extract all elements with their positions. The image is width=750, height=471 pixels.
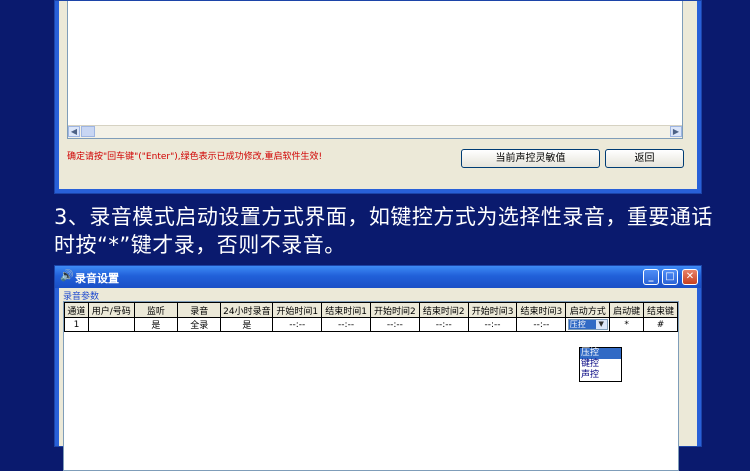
- col-header[interactable]: 开始时间3: [467, 302, 518, 318]
- description-text: 3、录音模式启动设置方式界面，如键控方式为选择性录音，重要通话时按“*”键才录，…: [54, 205, 713, 257]
- cell-record[interactable]: 全录: [177, 317, 222, 332]
- col-header[interactable]: 24小时录音: [220, 302, 274, 318]
- dropdown-option[interactable]: 压控: [580, 348, 621, 359]
- col-header[interactable]: 结束时间3: [516, 302, 567, 318]
- col-header[interactable]: 结束键: [643, 302, 678, 318]
- col-header[interactable]: 录音: [177, 302, 222, 318]
- title-bar[interactable]: 🔊 录音设置 _ □ ✕: [55, 266, 701, 288]
- start-mode-combo[interactable]: 压控 ▼: [567, 319, 608, 330]
- cell-start-key[interactable]: *: [609, 317, 645, 332]
- col-header[interactable]: 监听: [133, 302, 179, 318]
- hint-text: 确定请按"回车键"("Enter"),绿色表示已成功修改,重启软件生效!: [67, 152, 323, 162]
- chevron-down-icon[interactable]: ▼: [595, 320, 607, 329]
- list-area[interactable]: ◀ ▶: [67, 1, 683, 139]
- cell-end3[interactable]: --:--: [516, 317, 567, 332]
- recording-settings-window: 🔊 录音设置 _ □ ✕ 录音参数 通道 用户/号码 监听 录音 24小时录音 …: [54, 265, 702, 471]
- cell-end2[interactable]: --:--: [418, 317, 469, 332]
- col-header[interactable]: 启动方式: [565, 302, 611, 318]
- start-mode-value: 压控: [568, 320, 596, 329]
- col-header[interactable]: 结束时间2: [418, 302, 469, 318]
- col-header[interactable]: 用户/号码: [87, 302, 135, 318]
- arrow-left-icon[interactable]: ◀: [68, 126, 80, 137]
- settings-grid[interactable]: 通道 用户/号码 监听 录音 24小时录音 开始时间1 结束时间1 开始时间2 …: [63, 301, 679, 471]
- col-header[interactable]: 结束时间1: [321, 302, 371, 318]
- minimize-button[interactable]: _: [643, 269, 659, 285]
- col-header[interactable]: 开始时间2: [369, 302, 420, 318]
- table-row[interactable]: 1 是 全录 是 --:-- --:-- --:-- --:-- --:-- -…: [64, 317, 678, 332]
- header-row: 通道 用户/号码 监听 录音 24小时录音 开始时间1 结束时间1 开始时间2 …: [64, 302, 678, 318]
- cell-record24[interactable]: 是: [220, 317, 274, 332]
- horizontal-scrollbar[interactable]: ◀ ▶: [68, 125, 682, 138]
- col-header[interactable]: 通道: [64, 302, 89, 318]
- top-window-body: ◀ ▶ 确定请按"回车键"("Enter"),绿色表示已成功修改,重启软件生效!…: [59, 1, 697, 189]
- back-button[interactable]: 返回: [605, 149, 684, 168]
- sensitivity-button[interactable]: 当前声控灵敏值: [461, 149, 600, 168]
- cell-channel[interactable]: 1: [64, 317, 89, 332]
- cell-start-mode[interactable]: 压控 ▼: [565, 317, 611, 332]
- settings-table: 通道 用户/号码 监听 录音 24小时录音 开始时间1 结束时间1 开始时间2 …: [64, 302, 678, 332]
- dropdown-option[interactable]: 键控: [580, 359, 621, 370]
- scroll-thumb[interactable]: [81, 126, 95, 137]
- window-title: 录音设置: [75, 272, 119, 285]
- maximize-button[interactable]: □: [662, 269, 678, 285]
- start-mode-dropdown[interactable]: 压控 键控 声控: [579, 347, 622, 382]
- cell-start1[interactable]: --:--: [272, 317, 323, 332]
- dropdown-option[interactable]: 声控: [580, 370, 621, 381]
- window-body: 录音参数 通道 用户/号码 监听 录音 24小时录音 开始时间1 结束时间1 开…: [59, 288, 697, 471]
- close-button[interactable]: ✕: [682, 269, 698, 285]
- cell-end1[interactable]: --:--: [321, 317, 371, 332]
- cell-user[interactable]: [87, 317, 135, 332]
- cell-end-key[interactable]: #: [643, 317, 678, 332]
- cell-start2[interactable]: --:--: [369, 317, 420, 332]
- top-window: ◀ ▶ 确定请按"回车键"("Enter"),绿色表示已成功修改,重启软件生效!…: [54, 0, 702, 194]
- arrow-right-icon[interactable]: ▶: [670, 126, 682, 137]
- col-header[interactable]: 启动键: [609, 302, 645, 318]
- col-header[interactable]: 开始时间1: [272, 302, 323, 318]
- cell-start3[interactable]: --:--: [467, 317, 518, 332]
- speaker-icon: 🔊: [60, 269, 74, 282]
- cell-monitor[interactable]: 是: [133, 317, 179, 332]
